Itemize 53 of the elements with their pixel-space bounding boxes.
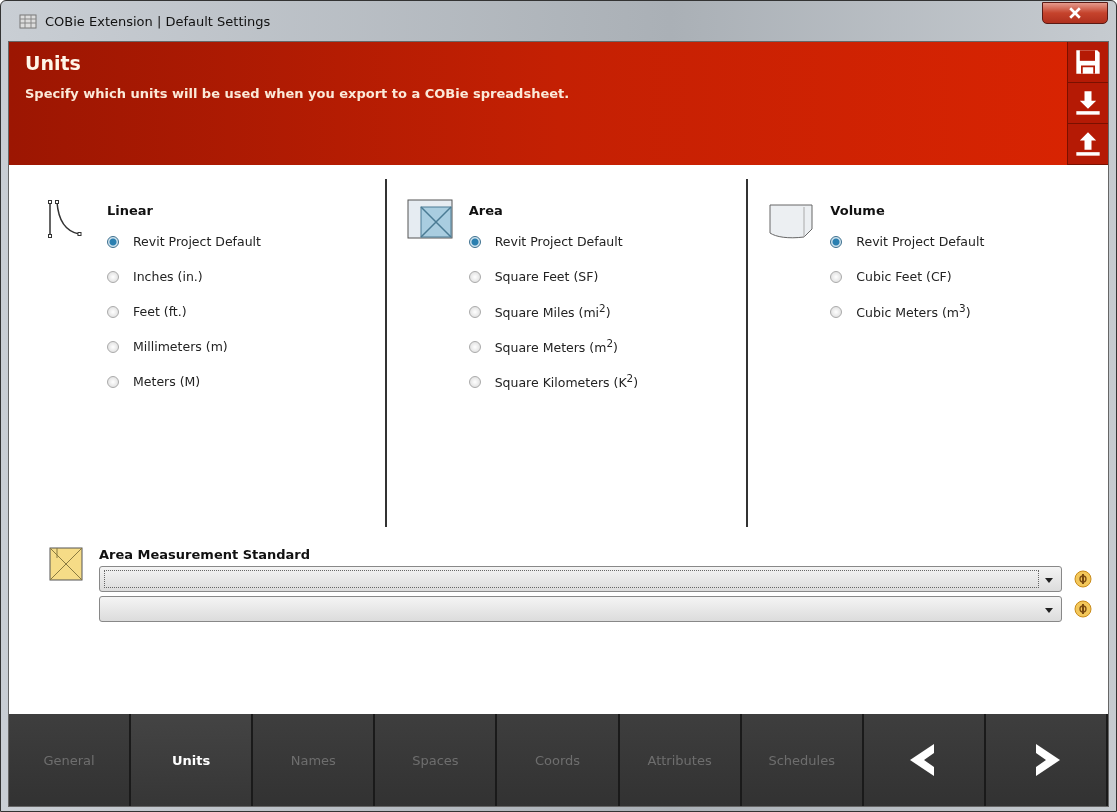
radio-option[interactable]: Square Feet (SF) xyxy=(468,259,639,294)
close-button[interactable] xyxy=(1042,2,1108,24)
radio-button[interactable] xyxy=(107,305,119,318)
import-button[interactable] xyxy=(1068,83,1108,124)
group-title: Volume xyxy=(830,203,886,218)
export-button[interactable] xyxy=(1068,124,1108,165)
radio-option[interactable]: Square Miles (mi$^{2}$) xyxy=(468,294,639,329)
next-button[interactable] xyxy=(985,714,1108,806)
dropdown[interactable] xyxy=(99,596,1062,622)
close-icon xyxy=(1069,7,1081,19)
window-title: COBie Extension | Default Settings xyxy=(45,13,272,29)
radio-button[interactable] xyxy=(107,270,119,283)
previous-button[interactable] xyxy=(863,714,986,806)
radio-option[interactable]: Meters (M) xyxy=(107,364,261,399)
info-icon[interactable] xyxy=(1074,600,1092,618)
download-icon xyxy=(1074,89,1102,117)
area-icon xyxy=(406,199,453,239)
caret-icon xyxy=(1045,608,1053,613)
radio-button[interactable] xyxy=(468,270,481,283)
radio-button[interactable] xyxy=(468,305,481,318)
info-icon[interactable] xyxy=(1074,570,1092,588)
page-description: Specify which units will be used when you export to a COBie spreadsheet. xyxy=(25,86,571,101)
floor-plan-icon xyxy=(49,547,83,581)
group-title: Linear xyxy=(107,203,154,218)
caret-icon xyxy=(1045,578,1053,583)
radio-option[interactable]: Revit Project Default xyxy=(107,224,261,259)
upload-icon xyxy=(1074,130,1102,158)
radio-option[interactable]: Inches (in.) xyxy=(107,259,261,294)
radio-option[interactable]: Cubic Meters (m$^{3}$) xyxy=(830,294,985,329)
radio-button[interactable] xyxy=(107,235,119,248)
radio-option[interactable]: Millimeters (m) xyxy=(107,329,261,364)
radio-option[interactable]: Revit Project Default xyxy=(468,224,639,259)
radio-option[interactable]: Cubic Feet (CF) xyxy=(830,259,985,294)
nav-tab[interactable]: Units xyxy=(131,714,254,806)
radio-option[interactable]: Square Meters (m$^{2}$) xyxy=(468,329,639,364)
radio-button[interactable] xyxy=(830,305,843,318)
radio-button[interactable] xyxy=(468,340,481,353)
radio-button[interactable] xyxy=(468,235,481,248)
section-title: Area Measurement Standard xyxy=(99,547,312,562)
radio-option[interactable]: Revit Project Default xyxy=(830,224,985,259)
dropdown[interactable] xyxy=(99,566,1062,592)
radio-button[interactable] xyxy=(107,340,119,353)
radio-button[interactable] xyxy=(830,270,843,283)
page-title: Units xyxy=(25,52,82,74)
radio-option[interactable]: Square Kilometers (K$^{2}$) xyxy=(468,364,639,399)
radio-button[interactable] xyxy=(107,375,119,388)
save-button[interactable] xyxy=(1068,42,1108,83)
radio-option[interactable]: Feet (ft.) xyxy=(107,294,261,329)
group-title: Area xyxy=(468,203,504,218)
app-icon xyxy=(19,13,37,29)
save-icon xyxy=(1074,48,1102,76)
radio-button[interactable] xyxy=(468,375,481,388)
radio-button[interactable] xyxy=(830,235,843,248)
